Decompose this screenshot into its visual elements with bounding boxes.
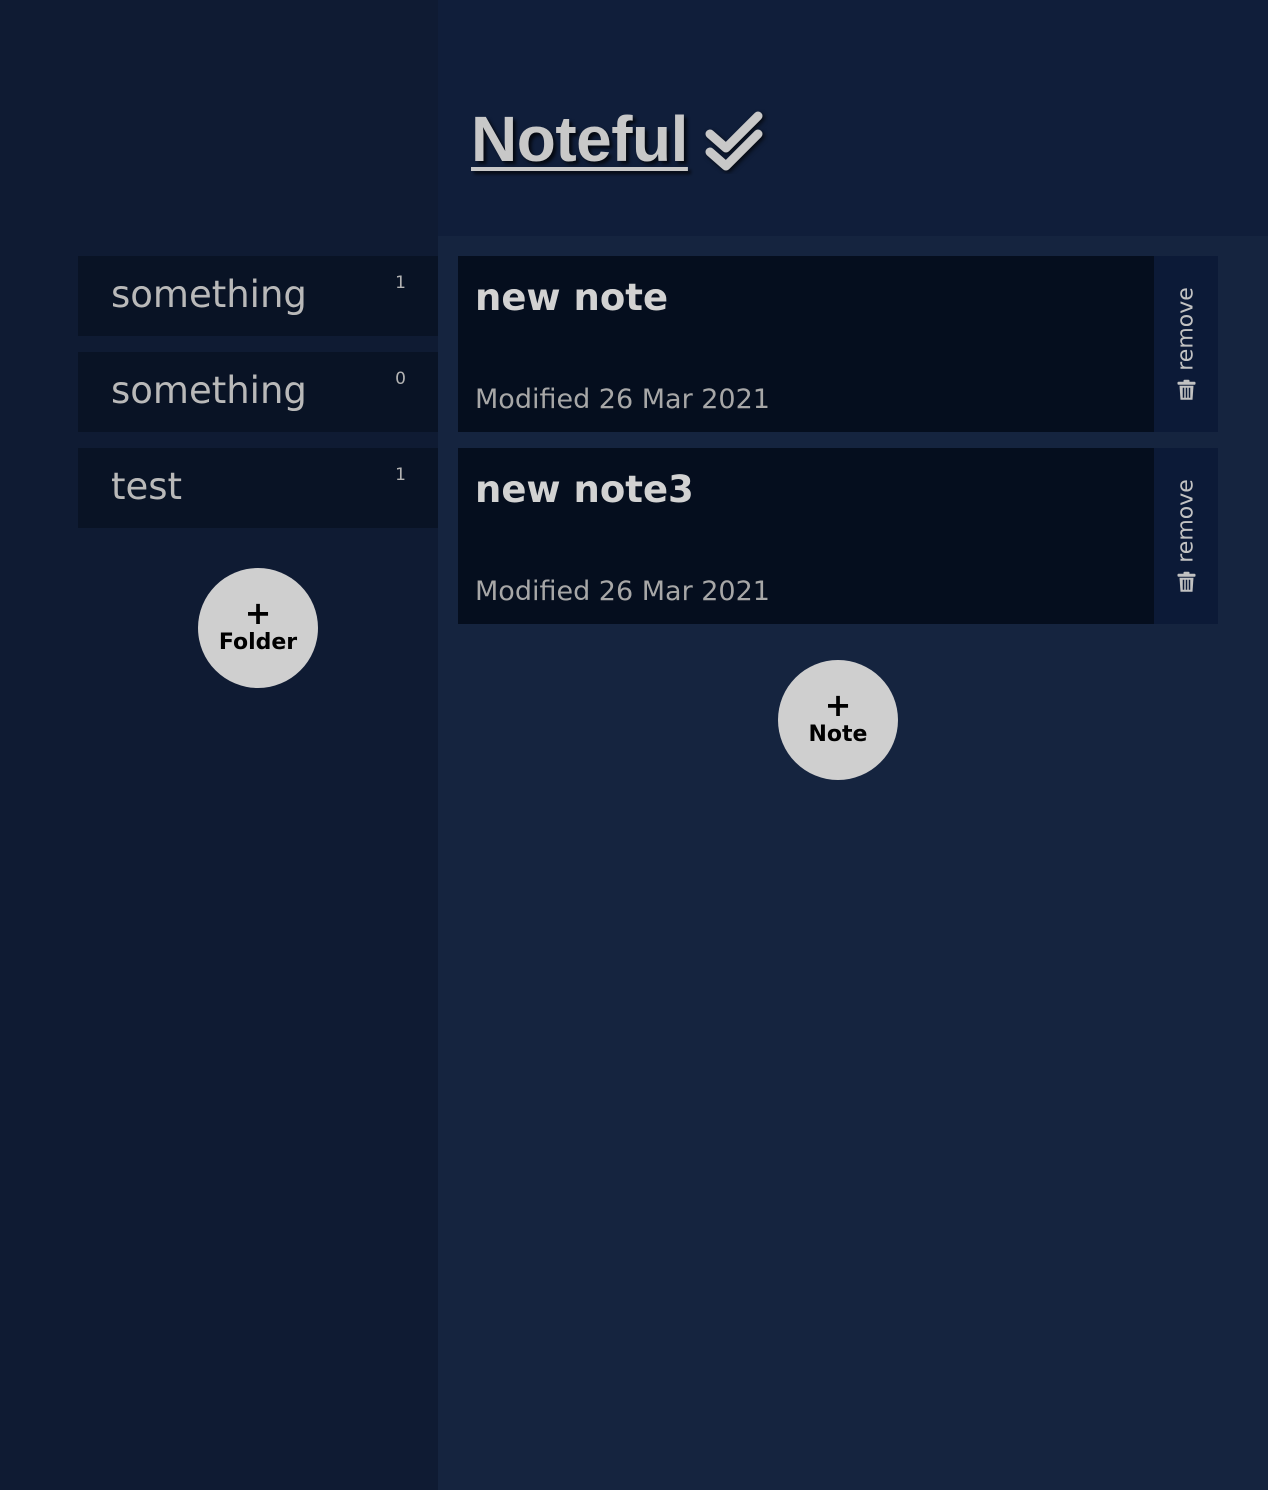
- note-title: new note3: [475, 468, 694, 511]
- add-note-button[interactable]: + Note: [778, 660, 898, 780]
- add-folder-label: Folder: [218, 630, 298, 655]
- note-modified-date: Modified 26 Mar 2021: [475, 384, 770, 415]
- remove-note-button[interactable]: remove: [1154, 256, 1218, 432]
- folder-name: something: [111, 369, 307, 412]
- note-item: new note3 Modified 26 Mar 2021 remove: [458, 448, 1218, 624]
- note-list: new note Modified 26 Mar 2021 remove new…: [458, 256, 1218, 640]
- folder-name: test: [111, 465, 183, 508]
- remove-note-button[interactable]: remove: [1154, 448, 1218, 624]
- remove-label: remove: [1173, 287, 1199, 371]
- trash-icon: [1177, 571, 1195, 592]
- folder-note-count: 0: [395, 369, 406, 389]
- sidebar: [0, 0, 438, 1490]
- plus-icon: +: [824, 686, 852, 724]
- app-title: Noteful: [471, 103, 688, 175]
- app-title-link[interactable]: Noteful: [471, 102, 768, 176]
- folder-item[interactable]: test 1: [78, 448, 438, 528]
- folder-item[interactable]: something 0: [78, 352, 438, 432]
- add-note-label: Note: [808, 722, 868, 747]
- add-folder-button[interactable]: + Folder: [198, 568, 318, 688]
- folder-name: something: [111, 273, 307, 316]
- double-check-icon: [705, 111, 763, 171]
- folder-item[interactable]: something 1: [78, 256, 438, 336]
- remove-label: remove: [1173, 479, 1199, 563]
- note-link[interactable]: new note Modified 26 Mar 2021: [458, 256, 1154, 432]
- note-modified-date: Modified 26 Mar 2021: [475, 576, 770, 607]
- note-link[interactable]: new note3 Modified 26 Mar 2021: [458, 448, 1154, 624]
- folder-note-count: 1: [395, 273, 406, 293]
- folder-list: something 1 something 0 test 1: [78, 256, 438, 544]
- trash-icon: [1177, 379, 1195, 400]
- folder-note-count: 1: [395, 465, 406, 485]
- note-title: new note: [475, 276, 669, 319]
- note-item: new note Modified 26 Mar 2021 remove: [458, 256, 1218, 432]
- plus-icon: +: [244, 594, 272, 632]
